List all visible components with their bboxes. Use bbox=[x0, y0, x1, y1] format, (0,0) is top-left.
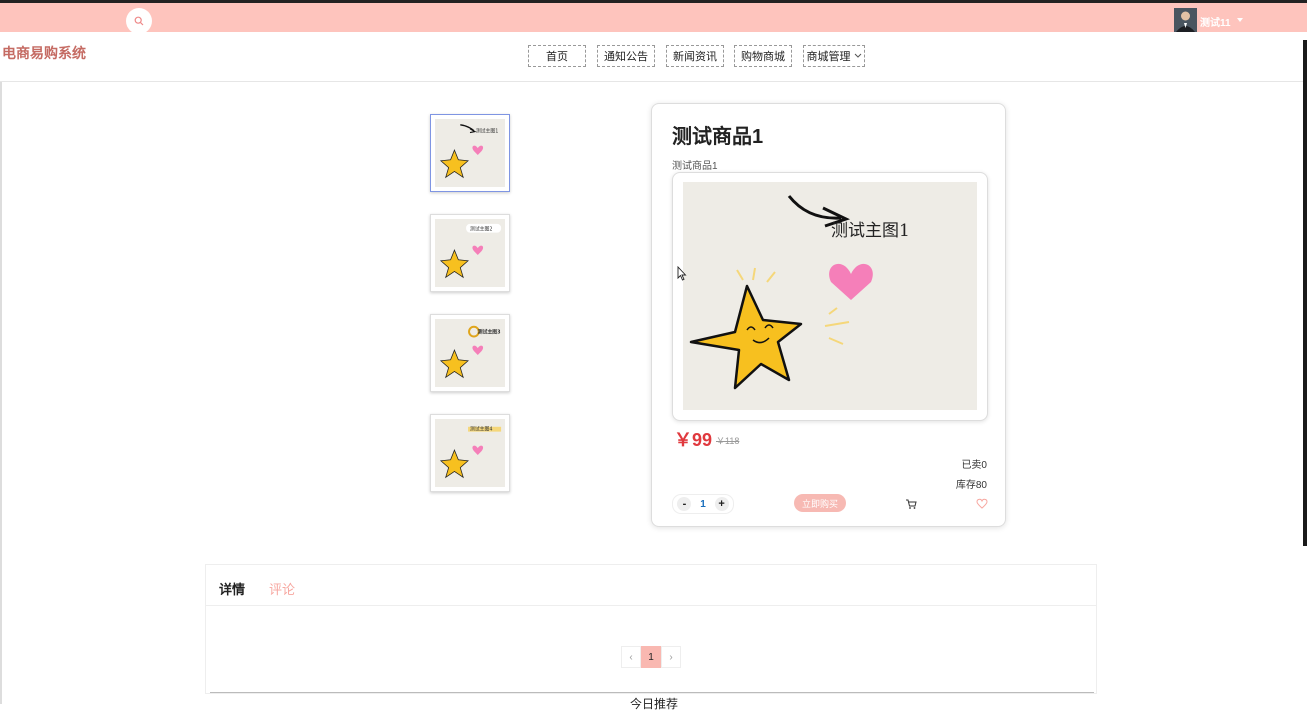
tab-comment[interactable]: 评论 bbox=[269, 579, 295, 598]
nav-notice[interactable]: 通知公告 bbox=[597, 45, 655, 67]
thumbnail-image: 测试主图3 bbox=[435, 319, 505, 387]
user-name[interactable]: 测试11 bbox=[1200, 14, 1231, 29]
page-1-button[interactable]: 1 bbox=[641, 646, 661, 668]
section-divider bbox=[210, 692, 1094, 693]
product-title: 测试商品1 bbox=[672, 126, 764, 148]
buy-now-button[interactable]: 立即购买 bbox=[794, 494, 846, 512]
product-price: ￥99 bbox=[674, 430, 713, 450]
nav-label: 新闻资讯 bbox=[673, 51, 717, 63]
top-bar: 测试11 bbox=[0, 0, 1307, 34]
pagination: ‹ 1 › bbox=[621, 646, 681, 668]
tab-detail[interactable]: 详情 bbox=[219, 579, 245, 598]
thumbnail-image: 测试主图4 bbox=[435, 419, 505, 487]
thumbnail-2[interactable]: 测试主图2 bbox=[430, 214, 510, 292]
thumbnail-image: 测试主图2 bbox=[435, 219, 505, 287]
search-icon bbox=[134, 16, 144, 26]
next-page-button[interactable]: › bbox=[661, 646, 681, 668]
heart-icon[interactable] bbox=[976, 498, 988, 509]
nav-shop[interactable]: 购物商城 bbox=[734, 45, 792, 67]
thumbnail-caption: 测试主图4 bbox=[470, 426, 492, 433]
nav-label: 商城管理 bbox=[806, 51, 851, 63]
thumbnail-caption: 测试主图1 bbox=[476, 128, 498, 135]
main-image-caption: 测试主图1 bbox=[831, 221, 910, 241]
thumbnail-4[interactable]: 测试主图4 bbox=[430, 414, 510, 492]
search-button[interactable] bbox=[126, 8, 152, 34]
original-price: ￥118 bbox=[716, 436, 740, 446]
chevron-down-icon bbox=[854, 53, 861, 58]
decrease-button[interactable]: - bbox=[677, 497, 692, 511]
stock-count: 库存80 bbox=[955, 480, 987, 491]
thumbnail-3[interactable]: 测试主图3 bbox=[430, 314, 510, 392]
quantity-value[interactable]: 1 bbox=[700, 499, 706, 510]
nav-label: 首页 bbox=[546, 51, 568, 63]
left-edge bbox=[0, 82, 2, 704]
cart-icon[interactable] bbox=[905, 498, 917, 510]
main-image-frame: 测试主图1 bbox=[672, 172, 988, 421]
nav-news[interactable]: 新闻资讯 bbox=[666, 45, 724, 67]
product-subtitle: 测试商品1 bbox=[672, 161, 718, 172]
nav-home[interactable]: 首页 bbox=[528, 45, 586, 67]
sold-count: 已卖0 bbox=[961, 460, 987, 471]
avatar[interactable] bbox=[1174, 8, 1197, 32]
thumbnail-caption: 测试主图3 bbox=[478, 329, 501, 336]
mouse-cursor-icon bbox=[677, 266, 687, 281]
thumbnail-caption: 测试主图2 bbox=[470, 226, 492, 233]
thumbnail-1[interactable]: 测试主图1 bbox=[430, 114, 510, 192]
prev-page-button[interactable]: ‹ bbox=[621, 646, 641, 668]
header-divider bbox=[0, 81, 1307, 82]
nav-label: 购物商城 bbox=[741, 51, 785, 63]
caret-down-icon[interactable] bbox=[1237, 18, 1243, 22]
nav-mall-admin[interactable]: 商城管理 bbox=[803, 45, 865, 67]
product-card: 测试商品1 测试商品1 测试主图1 ￥99 ￥118 已卖0 库存80 - 1 … bbox=[651, 103, 1006, 527]
main-product-image[interactable]: 测试主图1 bbox=[683, 182, 977, 410]
tab-divider bbox=[206, 605, 1096, 606]
increase-button[interactable]: + bbox=[714, 497, 729, 511]
thumbnail-image: 测试主图1 bbox=[435, 119, 505, 187]
window-edge bbox=[1303, 40, 1307, 546]
detail-tabs-panel: 详情 评论 ‹ 1 › bbox=[205, 564, 1097, 694]
quantity-stepper: - 1 + bbox=[672, 494, 734, 514]
nav-label: 通知公告 bbox=[604, 51, 648, 63]
site-logo[interactable]: 电商易购系统 bbox=[2, 43, 86, 63]
